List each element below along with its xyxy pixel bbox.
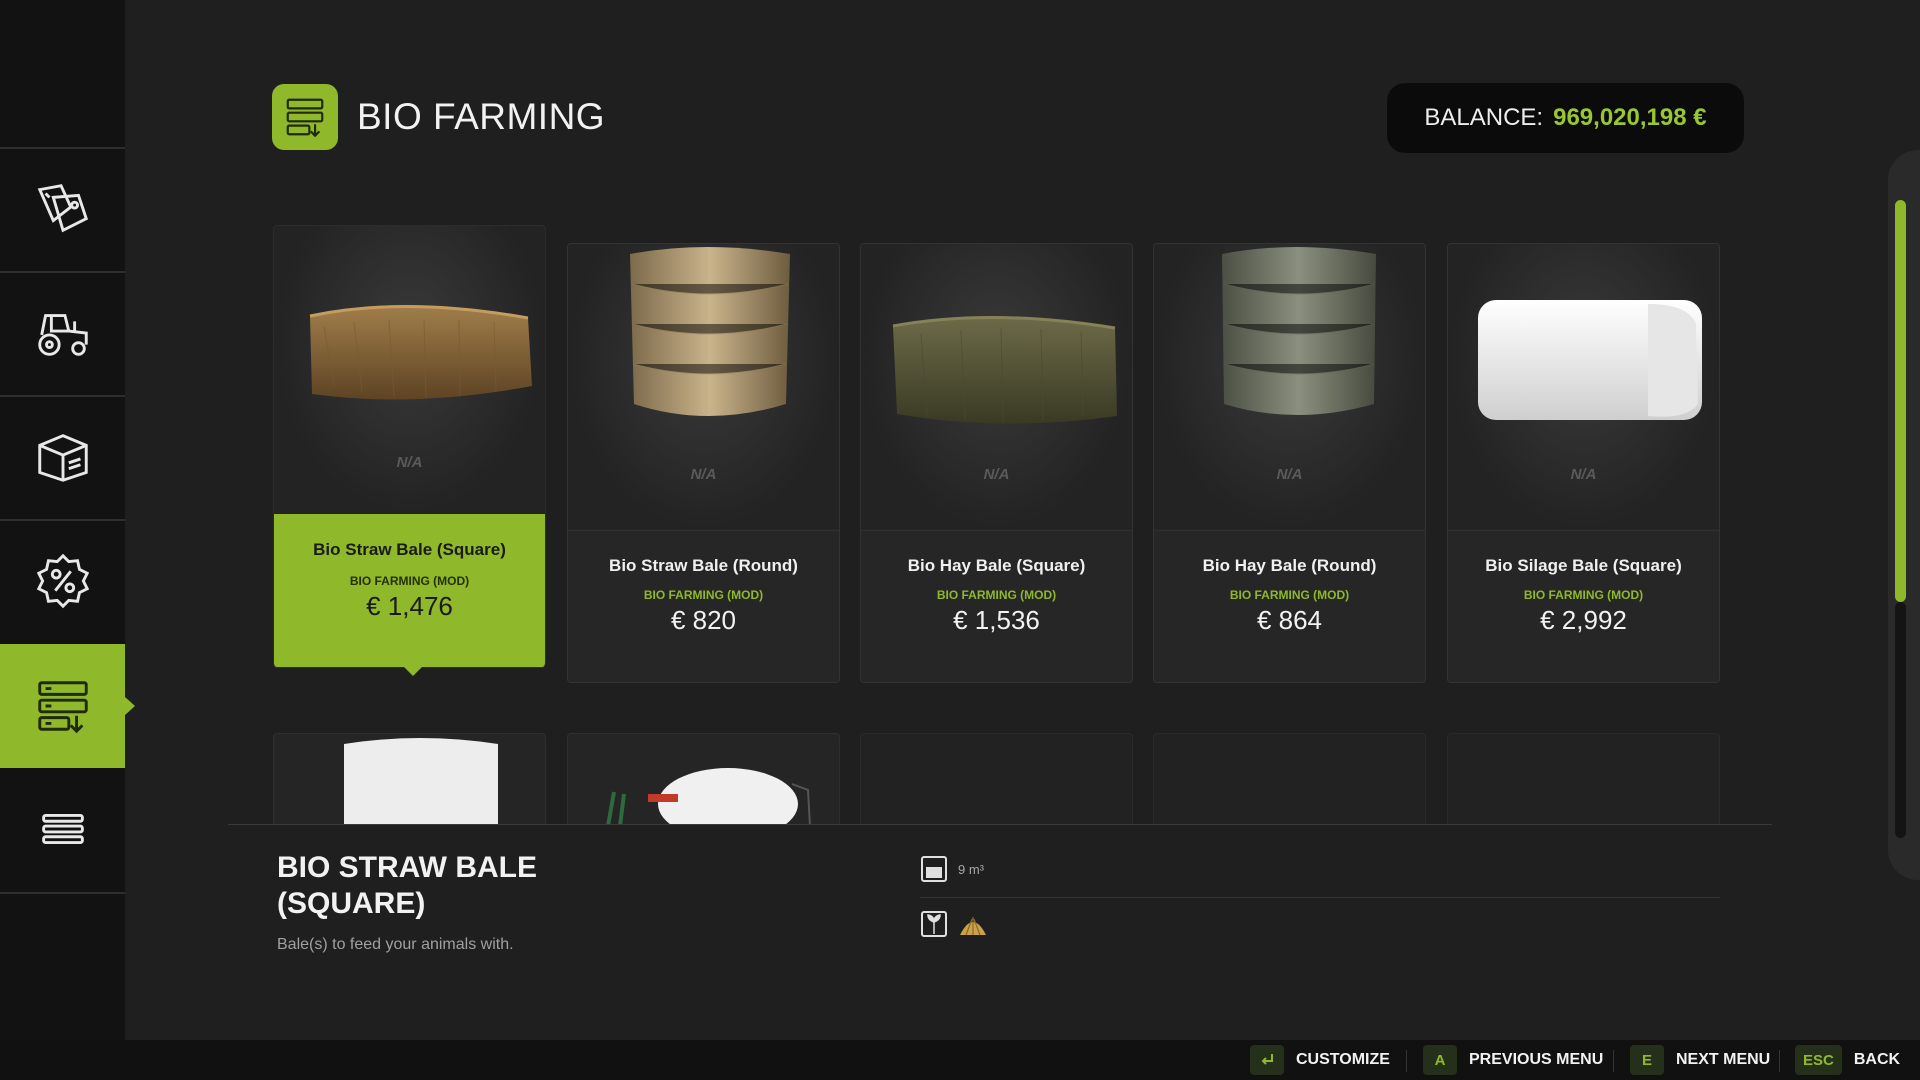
- item-category: BIO FARMING (MOD): [349, 574, 470, 588]
- straw-icon: [960, 917, 986, 936]
- empty-slot: [860, 733, 1133, 825]
- item-category: BIO FARMING (MOD): [643, 588, 764, 602]
- sidebar-item-vehicles[interactable]: [0, 272, 125, 394]
- footer-divider: [1613, 1050, 1614, 1072]
- shop-item-card[interactable]: N/A Bio Hay Bale (Square) BIO FARMING (M…: [860, 243, 1133, 683]
- item-category: BIO FARMING (MOD): [1523, 588, 1644, 602]
- sidebar-item-sales-offers[interactable]: [0, 520, 125, 642]
- shop-item-card[interactable]: N/A Bio Straw Bale (Square) BIO FARMING …: [273, 225, 546, 668]
- item-name: Bio Silage Bale (Square): [1485, 556, 1682, 575]
- next-menu-label: NEXT MENU: [1676, 1051, 1771, 1068]
- fill-type-spec: [920, 910, 988, 938]
- item-info: Bio Straw Bale (Square) BIO FARMING (MOD…: [274, 514, 545, 667]
- customize-button[interactable]: CUSTOMIZE: [1250, 1043, 1390, 1077]
- item-info: Bio Silage Bale (Square) BIO FARMING (MO…: [1448, 530, 1719, 682]
- item-price: € 1,536: [953, 605, 1040, 635]
- previous-menu-label: PREVIOUS MENU: [1469, 1051, 1604, 1068]
- sidebar-item-bio-farming[interactable]: [0, 644, 135, 768]
- item-info: Bio Hay Bale (Square) BIO FARMING (MOD) …: [861, 530, 1132, 682]
- balance-value: 969,020,198 €: [1553, 104, 1707, 131]
- item-name: Bio Hay Bale (Square): [907, 556, 1086, 575]
- key-hint: E: [1630, 1045, 1664, 1075]
- detail-title: BIO STRAW BALE (SQUARE): [277, 851, 537, 920]
- sidebar-divider: [0, 892, 125, 894]
- category-icon: [272, 84, 338, 150]
- balance-display: BALANCE: 969,020,198 €: [1387, 83, 1744, 153]
- fill-type-icon: [921, 911, 947, 937]
- item-category: BIO FARMING (MOD): [1229, 588, 1350, 602]
- back-button[interactable]: ESC BACK: [1795, 1043, 1900, 1077]
- item-price: € 864: [1256, 605, 1323, 635]
- item-price: € 820: [670, 605, 737, 635]
- scrollbar-rail: [1895, 602, 1906, 838]
- customize-label: CUSTOMIZE: [1296, 1051, 1390, 1068]
- item-image: [861, 244, 1132, 529]
- shop-item-card[interactable]: N/A Bio Straw Bale (Round) BIO FARMING (…: [567, 243, 840, 683]
- item-image: [1154, 244, 1425, 529]
- detail-description: Bale(s) to feed your animals with.: [277, 936, 514, 953]
- back-label: BACK: [1853, 1051, 1901, 1068]
- key-hint: A: [1423, 1045, 1457, 1075]
- box-icon: [37, 434, 88, 482]
- item-name: Bio Straw Bale (Square): [313, 540, 506, 559]
- empty-slot: [1153, 733, 1426, 825]
- page-title: BIO FARMING: [357, 96, 606, 137]
- item-category: BIO FARMING (MOD): [936, 588, 1057, 602]
- item-name: Bio Straw Bale (Round): [609, 556, 798, 575]
- round-hay-bale-image: [1222, 247, 1376, 415]
- shop-item-card-partial[interactable]: [273, 733, 546, 825]
- tractor-icon: [37, 314, 88, 356]
- enter-key-icon: [1250, 1045, 1284, 1075]
- capacity-spec: 9 m³: [920, 855, 984, 883]
- bio-farming-icon: [37, 681, 88, 734]
- previous-menu-button[interactable]: A PREVIOUS MENU: [1423, 1043, 1603, 1077]
- item-price: € 1,476: [366, 591, 453, 621]
- round-silage-bale-image: [344, 738, 498, 825]
- availability-label: N/A: [690, 466, 717, 483]
- item-name: Bio Hay Bale (Round): [1202, 556, 1377, 575]
- availability-label: N/A: [1276, 466, 1303, 483]
- price-tags-icon: [37, 184, 88, 233]
- availability-label: N/A: [1570, 466, 1597, 483]
- capacity-icon: [921, 856, 947, 882]
- square-hay-bale-image: [892, 315, 1117, 424]
- bio-farming-icon: [286, 98, 324, 138]
- shop-item-card-partial[interactable]: [567, 733, 840, 825]
- active-indicator: [125, 697, 135, 715]
- sidebar-item-objects[interactable]: [0, 396, 125, 518]
- round-straw-bale-image: [630, 247, 790, 416]
- shop-item-card[interactable]: N/A Bio Hay Bale (Round) BIO FARMING (MO…: [1153, 243, 1426, 683]
- footer-divider: [1406, 1050, 1407, 1072]
- spec-divider: [920, 897, 1720, 898]
- sidebar-item-all[interactable]: [0, 768, 125, 890]
- key-hint: ESC: [1795, 1045, 1842, 1075]
- capacity-value: 9 m³: [958, 861, 984, 877]
- next-menu-button[interactable]: E NEXT MENU: [1630, 1043, 1770, 1077]
- sidebar-item-sales[interactable]: [0, 148, 125, 270]
- item-image: [1448, 244, 1719, 529]
- item-image: [568, 244, 839, 529]
- item-info: Bio Straw Bale (Round) BIO FARMING (MOD)…: [568, 530, 839, 682]
- square-silage-bale-image: [1478, 300, 1702, 420]
- shop-item-card[interactable]: N/A Bio Silage Bale (Square) BIO FARMING…: [1447, 243, 1720, 683]
- availability-label: N/A: [396, 454, 423, 471]
- sidebar: [0, 0, 135, 1040]
- empty-slot: [1447, 733, 1720, 825]
- tank-trailer-image: [606, 768, 811, 825]
- balance-label: BALANCE:: [1424, 104, 1544, 131]
- item-price: € 2,992: [1540, 605, 1627, 635]
- scrollbar-thumb[interactable]: [1895, 200, 1906, 602]
- list-divider: [228, 824, 1772, 825]
- selection-pointer: [403, 666, 423, 676]
- availability-label: N/A: [983, 466, 1010, 483]
- percent-badge-icon: [36, 553, 89, 609]
- footer-divider: [1779, 1050, 1780, 1072]
- list-menu-icon: [41, 813, 84, 845]
- item-info: Bio Hay Bale (Round) BIO FARMING (MOD) €…: [1154, 530, 1425, 682]
